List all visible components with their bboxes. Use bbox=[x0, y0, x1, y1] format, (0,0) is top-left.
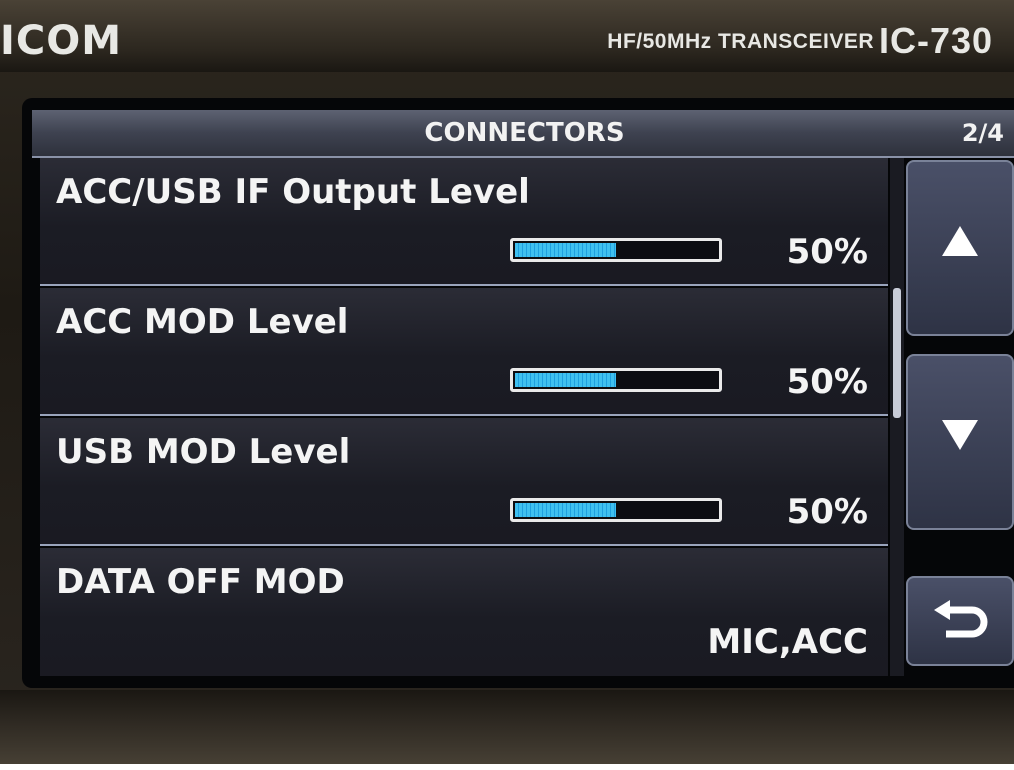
item-label: ACC/USB IF Output Level bbox=[56, 172, 530, 212]
level-meter bbox=[510, 238, 722, 262]
page-indicator: 2/4 bbox=[961, 119, 1004, 147]
list-item-usb-mod-level[interactable]: USB MOD Level 50% bbox=[40, 418, 888, 546]
model-description: HF/50MHz TRANSCEIVER bbox=[607, 30, 874, 53]
list-item-data-off-mod[interactable]: DATA OFF MOD MIC,ACC bbox=[40, 548, 888, 676]
bezel-bottom bbox=[0, 690, 1014, 770]
menu-title: CONNECTORS bbox=[424, 118, 625, 148]
model-name: IC-730 bbox=[879, 20, 994, 61]
return-arrow-icon bbox=[908, 578, 1012, 644]
brand-logo: ICOM bbox=[0, 18, 123, 64]
triangle-up-icon bbox=[908, 162, 1012, 262]
meter-fill bbox=[515, 503, 616, 517]
bezel-top: ICOM HF/50MHz TRANSCEIVER IC-730 bbox=[0, 0, 1014, 72]
list-item-acc-mod-level[interactable]: ACC MOD Level 50% bbox=[40, 288, 888, 416]
settings-list: ACC/USB IF Output Level 50% ACC MOD Leve… bbox=[40, 158, 888, 676]
level-meter bbox=[510, 368, 722, 392]
scroll-up-button[interactable] bbox=[906, 160, 1014, 336]
scroll-thumb[interactable] bbox=[893, 288, 901, 418]
item-value: MIC,ACC bbox=[707, 622, 868, 662]
item-label: USB MOD Level bbox=[56, 432, 351, 472]
title-bar: CONNECTORS 2/4 bbox=[32, 110, 1014, 158]
back-button[interactable] bbox=[906, 576, 1014, 666]
item-label: ACC MOD Level bbox=[56, 302, 349, 342]
scroll-bar[interactable] bbox=[890, 158, 904, 676]
item-value: 50% bbox=[786, 362, 868, 402]
meter-fill bbox=[515, 243, 616, 257]
level-meter bbox=[510, 498, 722, 522]
lcd-screen: CONNECTORS 2/4 ACC/USB IF Output Level 5… bbox=[22, 98, 1014, 688]
meter-fill bbox=[515, 373, 616, 387]
radio-bezel: ICOM HF/50MHz TRANSCEIVER IC-730 CONNECT… bbox=[0, 0, 1014, 770]
list-item-acc-usb-if-output-level[interactable]: ACC/USB IF Output Level 50% bbox=[40, 158, 888, 286]
item-value: 50% bbox=[786, 492, 868, 532]
item-value: 50% bbox=[786, 232, 868, 272]
item-label: DATA OFF MOD bbox=[56, 562, 345, 602]
scroll-down-button[interactable] bbox=[906, 354, 1014, 530]
triangle-down-icon bbox=[908, 356, 1012, 456]
